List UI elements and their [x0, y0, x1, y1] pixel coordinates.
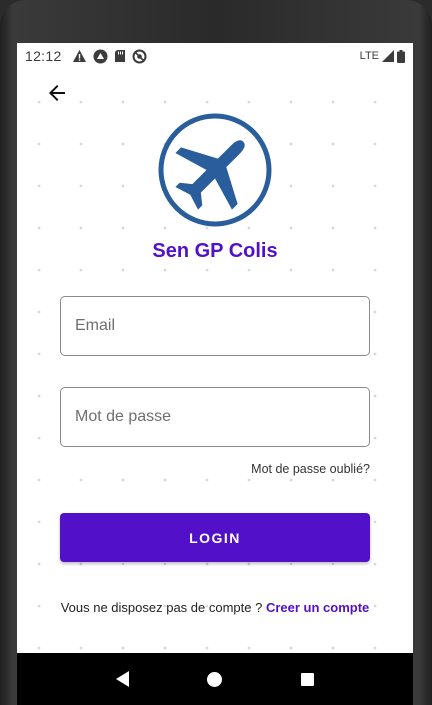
battery-icon [397, 49, 405, 63]
password-input[interactable] [61, 388, 369, 446]
navigation-bar [17, 653, 413, 705]
do-not-disturb-icon [132, 49, 147, 63]
login-screen: Sen GP Colis Mot de passe oublié? LOGIN … [17, 69, 413, 653]
status-system-icons: LTE [359, 49, 405, 63]
airplane-icon [158, 113, 272, 227]
sd-card-icon [114, 50, 125, 62]
network-type: LTE [359, 50, 379, 62]
device-frame: 12:12 LTE Sen GP Colis Email Mot de pass… [0, 0, 432, 705]
email-field[interactable] [60, 296, 370, 356]
signup-prompt-text: Vous ne disposez pas de compte ? [60, 600, 263, 615]
screen: 12:12 LTE Sen GP Colis Email Mot de pass… [17, 43, 413, 705]
status-bar: 12:12 LTE [17, 43, 413, 69]
login-button[interactable]: LOGIN [60, 513, 370, 562]
status-notification-icons [72, 49, 147, 64]
status-time: 12:12 [25, 48, 62, 64]
create-account-link[interactable]: Creer un compte [266, 600, 369, 615]
nav-recent-apps-icon[interactable] [300, 672, 314, 686]
password-field[interactable] [60, 387, 370, 447]
signup-prompt: Vous ne disposez pas de compte ? Creer u… [17, 600, 413, 615]
nav-home-icon[interactable] [207, 671, 223, 687]
android-icon [93, 49, 108, 63]
signal-icon [382, 50, 394, 62]
back-arrow-icon[interactable] [45, 81, 69, 105]
nav-back-icon[interactable] [116, 671, 130, 687]
warning-icon [72, 50, 86, 62]
forgot-password-link[interactable]: Mot de passe oublié? [251, 462, 370, 476]
app-title: Sen GP Colis [152, 240, 278, 262]
email-input[interactable] [61, 297, 369, 355]
